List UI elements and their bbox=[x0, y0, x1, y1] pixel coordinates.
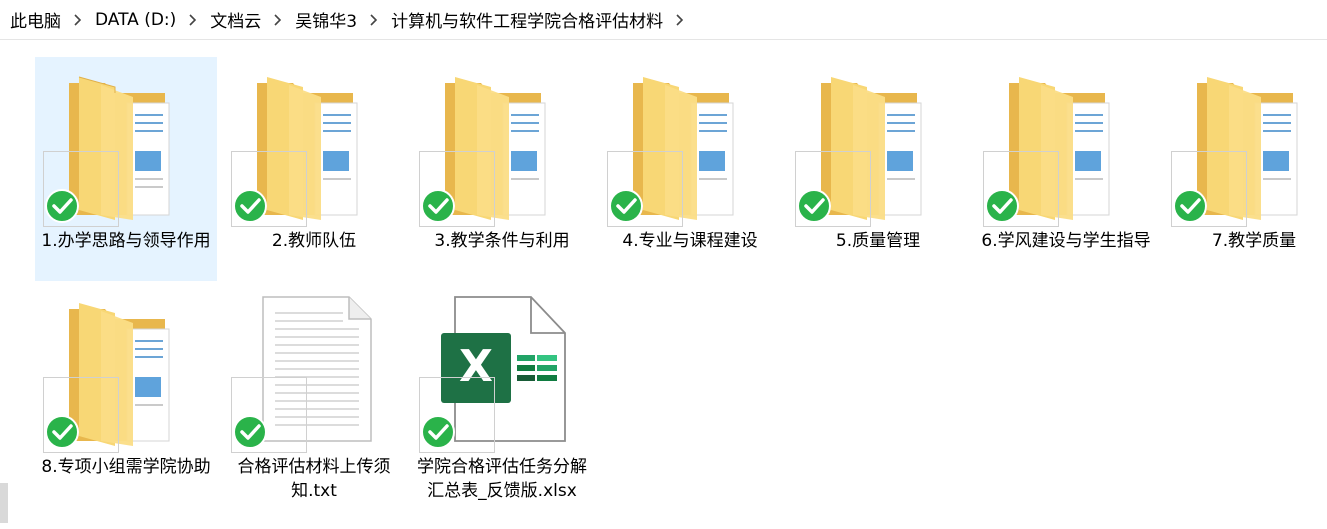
item-label[interactable]: 合格评估材料上传须知.txt bbox=[223, 453, 405, 511]
file-grid: 1.办学思路与领导作用 2.教师队伍 3.教学条件与利用 4.专业与课程建设 5… bbox=[35, 57, 1325, 527]
sync-check-icon bbox=[797, 189, 831, 223]
sync-check-icon bbox=[45, 415, 79, 449]
item-label[interactable]: 3.教学条件与利用 bbox=[411, 227, 593, 261]
sync-check-icon bbox=[233, 415, 267, 449]
item-thumbnail[interactable] bbox=[223, 283, 405, 453]
item-label[interactable]: 学院合格评估任务分解汇总表_反馈版.xlsx bbox=[411, 453, 593, 511]
breadcrumb-user-folder[interactable]: 吴锦华3 bbox=[293, 7, 389, 32]
sync-check-icon bbox=[233, 189, 267, 223]
sync-check-icon bbox=[45, 189, 79, 223]
item-thumbnail[interactable] bbox=[411, 57, 593, 227]
sync-check-icon bbox=[421, 415, 455, 449]
scrollbar-edge[interactable] bbox=[0, 483, 8, 523]
sync-check-icon bbox=[1173, 189, 1207, 223]
file-item-txt[interactable]: 合格评估材料上传须知.txt bbox=[223, 283, 405, 511]
item-label[interactable]: 2.教师队伍 bbox=[223, 227, 405, 261]
folder-item[interactable]: 3.教学条件与利用 bbox=[411, 57, 593, 261]
folder-item[interactable]: 2.教师队伍 bbox=[223, 57, 405, 261]
chevron-right-icon[interactable] bbox=[269, 11, 287, 29]
chevron-right-icon[interactable] bbox=[365, 11, 383, 29]
breadcrumb-label[interactable]: 计算机与软件工程学院合格评估材料 bbox=[389, 7, 665, 32]
item-thumbnail[interactable] bbox=[599, 57, 781, 227]
item-label[interactable]: 8.专项小组需学院协助 bbox=[35, 453, 217, 487]
item-label[interactable]: 5.质量管理 bbox=[787, 227, 969, 261]
sync-check-icon bbox=[421, 189, 455, 223]
item-thumbnail[interactable] bbox=[35, 57, 217, 227]
item-thumbnail[interactable] bbox=[1163, 57, 1327, 227]
chevron-right-icon[interactable] bbox=[671, 11, 689, 29]
folder-item[interactable]: 4.专业与课程建设 bbox=[599, 57, 781, 261]
folder-item[interactable]: 6.学风建设与学生指导 bbox=[975, 57, 1157, 261]
breadcrumb-current-folder[interactable]: 计算机与软件工程学院合格评估材料 bbox=[389, 7, 695, 32]
breadcrumb-doc-cloud[interactable]: 文档云 bbox=[208, 7, 293, 32]
sync-check-icon bbox=[609, 189, 643, 223]
breadcrumb-label[interactable]: 文档云 bbox=[208, 7, 263, 32]
breadcrumb-label[interactable]: 此电脑 bbox=[8, 7, 63, 32]
item-thumbnail[interactable] bbox=[975, 57, 1157, 227]
breadcrumb-label[interactable]: DATA (D:) bbox=[93, 10, 178, 30]
breadcrumb: 此电脑 DATA (D:) 文档云 吴锦华3 计算机与软件工程学院合格评估材料 bbox=[0, 0, 1327, 40]
folder-item[interactable]: 7.教学质量 bbox=[1163, 57, 1327, 261]
item-thumbnail[interactable] bbox=[787, 57, 969, 227]
folder-item[interactable]: 8.专项小组需学院协助 bbox=[35, 283, 217, 487]
folder-item[interactable]: 5.质量管理 bbox=[787, 57, 969, 261]
breadcrumb-this-pc[interactable]: 此电脑 bbox=[8, 7, 93, 32]
file-item-xlsx[interactable]: X 学院合格评估任务分解汇总表_反馈版.xlsx bbox=[411, 283, 593, 511]
sync-check-icon bbox=[985, 189, 1019, 223]
breadcrumb-data-drive[interactable]: DATA (D:) bbox=[93, 10, 208, 30]
breadcrumb-label[interactable]: 吴锦华3 bbox=[293, 7, 359, 32]
folder-item[interactable]: 1.办学思路与领导作用 bbox=[35, 57, 217, 281]
chevron-right-icon[interactable] bbox=[184, 11, 202, 29]
chevron-right-icon[interactable] bbox=[69, 11, 87, 29]
item-label[interactable]: 4.专业与课程建设 bbox=[599, 227, 781, 261]
item-label[interactable]: 6.学风建设与学生指导 bbox=[975, 227, 1157, 261]
item-thumbnail[interactable]: X bbox=[411, 283, 593, 453]
item-thumbnail[interactable] bbox=[35, 283, 217, 453]
item-label[interactable]: 7.教学质量 bbox=[1163, 227, 1327, 261]
item-thumbnail[interactable] bbox=[223, 57, 405, 227]
item-label[interactable]: 1.办学思路与领导作用 bbox=[35, 227, 217, 261]
